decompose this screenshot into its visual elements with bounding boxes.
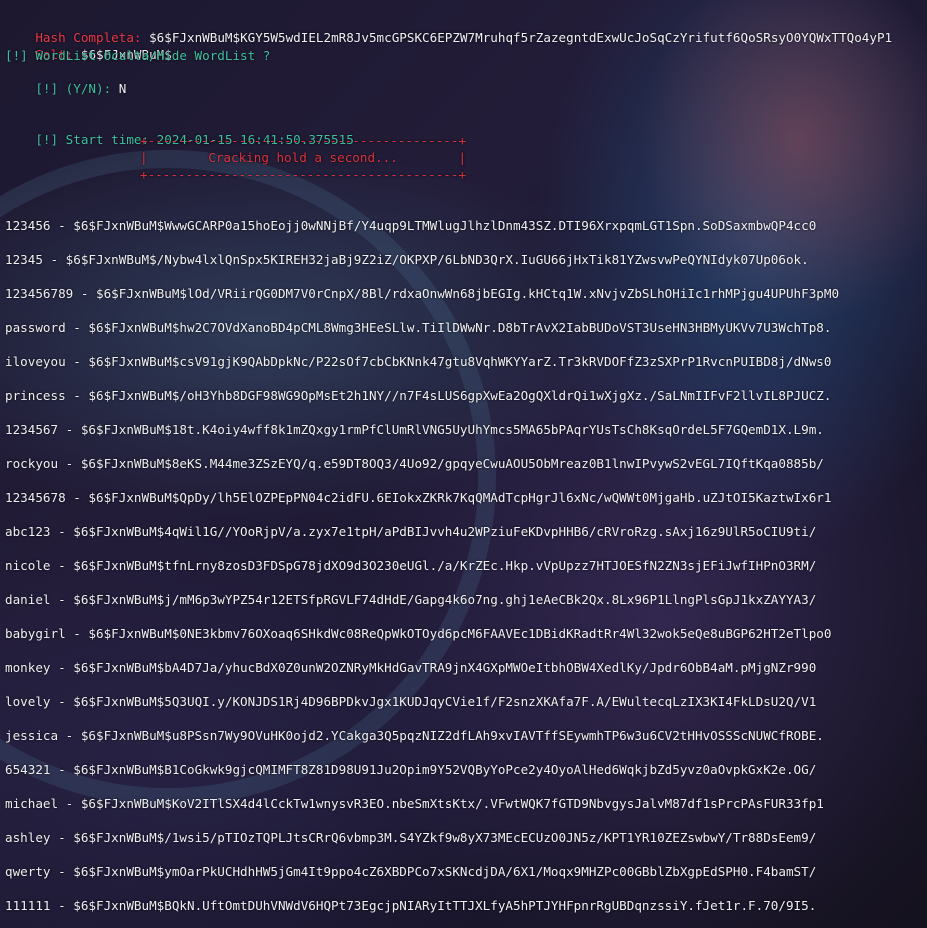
cracked-word: password xyxy=(5,320,66,335)
hash-result: $6$FJxnWBuM$QpDy/lh5ElOZPEpPN04c2idFU.6E… xyxy=(88,490,832,505)
hash-result: $6$FJxnWBuM$bA4D7Ja/yhucBdX0Z0unW2OZNRyM… xyxy=(73,660,817,675)
separator: - xyxy=(58,728,81,743)
hash-result: $6$FJxnWBuM$u8PSsn7Wy9OVuHK0ojd2.YCakga3… xyxy=(80,728,824,743)
hash-result: $6$FJxnWBuM$5Q3UQI.y/KONJDS1Rj4D96BPDkvJ… xyxy=(73,694,817,709)
result-row: michael - $6$FJxnWBuM$KoV2ITlSX4d4lCckTw… xyxy=(5,796,824,812)
yn-answer[interactable]: N xyxy=(119,81,127,96)
result-row: qwerty - $6$FJxnWBuM$ymOarPkUCHdhHW5jGm4… xyxy=(5,864,816,880)
cracked-word: nicole xyxy=(5,558,51,573)
banner-bottom-border: +---------------------------------------… xyxy=(140,167,467,182)
cracked-word: 123456 xyxy=(5,218,51,233)
hash-result: $6$FJxnWBuM$tfnLrny8zosD3FDSpG78jdXO9d3O… xyxy=(73,558,817,573)
hash-result: $6$FJxnWBuM$/oH3Yhb8DGF98WG9OpMsEt2h1NY/… xyxy=(88,388,832,403)
result-row: babygirl - $6$FJxnWBuM$0NE3kbmv76OXoaq6S… xyxy=(5,626,831,642)
hash-result: $6$FJxnWBuM$KoV2ITlSX4d4lCckTw1wnysvR3EO… xyxy=(80,796,824,811)
cracked-word: princess xyxy=(5,388,66,403)
hash-result: $6$FJxnWBuM$B1CoGkwk9gjcQMIMFT8Z81D98U91… xyxy=(73,762,817,777)
separator: - xyxy=(58,796,81,811)
cracked-word: ashley xyxy=(5,830,51,845)
separator: - xyxy=(50,218,74,233)
result-row: jessica - $6$FJxnWBuM$u8PSsn7Wy9OVuHK0oj… xyxy=(5,728,824,744)
result-row: abc123 - $6$FJxnWBuM$4qWil1G//YOoRjpV/a.… xyxy=(5,524,816,540)
result-row: nicole - $6$FJxnWBuM$tfnLrny8zosD3FDSpG7… xyxy=(5,558,816,574)
result-row: 12345678 - $6$FJxnWBuM$QpDy/lh5ElOZPEpPN… xyxy=(5,490,831,506)
hash-result: $6$FJxnWBuM$csV91gjK9QAbDpkNc/P22sOf7cbC… xyxy=(88,354,832,369)
cracked-word: jessica xyxy=(5,728,59,743)
hash-result: $6$FJxnWBuM$ymOarPkUCHdhHW5jGm4It9ppo4cZ… xyxy=(73,864,817,879)
terminal-window[interactable]: Hash Completa: $6$FJxnWBuM$KGY5W5wdIEL2m… xyxy=(0,0,927,928)
result-row: password - $6$FJxnWBuM$hw2C7OVdXanoBD4pC… xyxy=(5,320,831,336)
separator: - xyxy=(65,388,89,403)
result-row: monkey - $6$FJxnWBuM$bA4D7Ja/yhucBdX0Z0u… xyxy=(5,660,816,676)
hash-value: $6$FJxnWBuM$KGY5W5wdIEL2mR8Jv5mcGPSKC6EP… xyxy=(149,30,893,45)
cracked-word: 111111 xyxy=(5,898,51,913)
cracked-word: qwerty xyxy=(5,864,51,879)
cracked-word: rockyou xyxy=(5,456,59,471)
result-row: lovely - $6$FJxnWBuM$5Q3UQI.y/KONJDS1Rj4… xyxy=(5,694,816,710)
cracked-word: monkey xyxy=(5,660,51,675)
separator: - xyxy=(50,694,74,709)
result-row: rockyou - $6$FJxnWBuM$8eKS.M44me3ZSzEYQ/… xyxy=(5,456,824,472)
separator: - xyxy=(50,524,74,539)
result-row: iloveyou - $6$FJxnWBuM$csV91gjK9QAbDpkNc… xyxy=(5,354,831,370)
separator: - xyxy=(65,490,89,505)
hash-result: $6$FJxnWBuM$4qWil1G//YOoRjpV/a.zyx7e1tpH… xyxy=(73,524,817,539)
result-row: 654321 - $6$FJxnWBuM$B1CoGkwk9gjcQMIMFT8… xyxy=(5,762,816,778)
start-time-label: [!] Start time: xyxy=(35,132,150,147)
separator: - xyxy=(58,456,81,471)
hash-result: $6$FJxnWBuM$j/mM6p3wYPZ54r12ETSfpRGVLF74… xyxy=(73,592,817,607)
separator: - xyxy=(65,354,89,369)
result-row: 1234567 - $6$FJxnWBuM$18t.K4oiy4wff8k1mZ… xyxy=(5,422,824,438)
cracked-word: iloveyou xyxy=(5,354,66,369)
result-row: 12345 - $6$FJxnWBuM$/Nybw4lxlQnSpx5KIREH… xyxy=(5,252,809,268)
hash-result: $6$FJxnWBuM$/1wsi5/pTIOzTQPLJtsCRrQ6vbmp… xyxy=(73,830,817,845)
hash-result: $6$FJxnWBuM$lOd/VRiirQG0DM7V0rCnpX/8Bl/r… xyxy=(96,286,840,301)
cracked-word: abc123 xyxy=(5,524,51,539)
hash-result: $6$FJxnWBuM$/Nybw4lxlQnSpx5KIREH32jaBj9Z… xyxy=(65,252,809,267)
hash-result: $6$FJxnWBuM$18t.K4oiy4wff8k1mZQxgy1rmPfC… xyxy=(80,422,824,437)
separator: - xyxy=(50,762,74,777)
cracked-word: michael xyxy=(5,796,59,811)
cracked-word: 12345 xyxy=(5,252,43,267)
cracked-word: lovely xyxy=(5,694,51,709)
separator: - xyxy=(65,320,89,335)
separator: - xyxy=(73,286,96,301)
cracked-word: 1234567 xyxy=(5,422,59,437)
result-row: 123456789 - $6$FJxnWBuM$lOd/VRiirQG0DM7V… xyxy=(5,286,839,302)
hash-result: $6$FJxnWBuM$8eKS.M44me3ZSzEYQ/q.e59DT8OQ… xyxy=(80,456,824,471)
wordlist-prompt: [!] WordList Oculta/Hide WordList ? xyxy=(5,48,271,63)
separator: - xyxy=(42,252,66,267)
result-row: 111111 - $6$FJxnWBuM$BQkN.UftOmtDUhVNWdV… xyxy=(5,898,816,914)
separator: - xyxy=(50,660,74,675)
hash-result: $6$FJxnWBuM$BQkN.UftOmtDUhVNWdV6HQPt73Eg… xyxy=(73,898,817,913)
separator: - xyxy=(50,592,74,607)
yn-prompt: [!] (Y/N): xyxy=(35,81,112,96)
banner-message: | Cracking hold a second... | xyxy=(140,150,467,165)
result-row: 123456 - $6$FJxnWBuM$WwwGCARP0a15hoEojj0… xyxy=(5,218,816,234)
cracked-word: 654321 xyxy=(5,762,51,777)
cracked-word: 12345678 xyxy=(5,490,66,505)
cracked-word: daniel xyxy=(5,592,51,607)
separator: - xyxy=(50,830,74,845)
result-row: princess - $6$FJxnWBuM$/oH3Yhb8DGF98WG9O… xyxy=(5,388,831,404)
separator: - xyxy=(50,864,74,879)
result-row: daniel - $6$FJxnWBuM$j/mM6p3wYPZ54r12ETS… xyxy=(5,592,816,608)
hash-result: $6$FJxnWBuM$hw2C7OVdXanoBD4pCML8Wmg3HEeS… xyxy=(88,320,832,335)
separator: - xyxy=(58,422,81,437)
yn-prompt-line: [!] (Y/N): N xyxy=(5,65,126,113)
hash-result: $6$FJxnWBuM$WwwGCARP0a15hoEojj0wNNjBf/Y4… xyxy=(73,218,817,233)
cracked-word: 123456789 xyxy=(5,286,74,301)
banner-top-border: +---------------------------------------… xyxy=(140,133,467,148)
cracked-word: babygirl xyxy=(5,626,66,641)
separator: - xyxy=(50,898,74,913)
result-row: ashley - $6$FJxnWBuM$/1wsi5/pTIOzTQPLJts… xyxy=(5,830,816,846)
separator: - xyxy=(65,626,89,641)
separator: - xyxy=(50,558,74,573)
hash-result: $6$FJxnWBuM$0NE3kbmv76OXoaq6SHkdWc08ReQp… xyxy=(88,626,832,641)
